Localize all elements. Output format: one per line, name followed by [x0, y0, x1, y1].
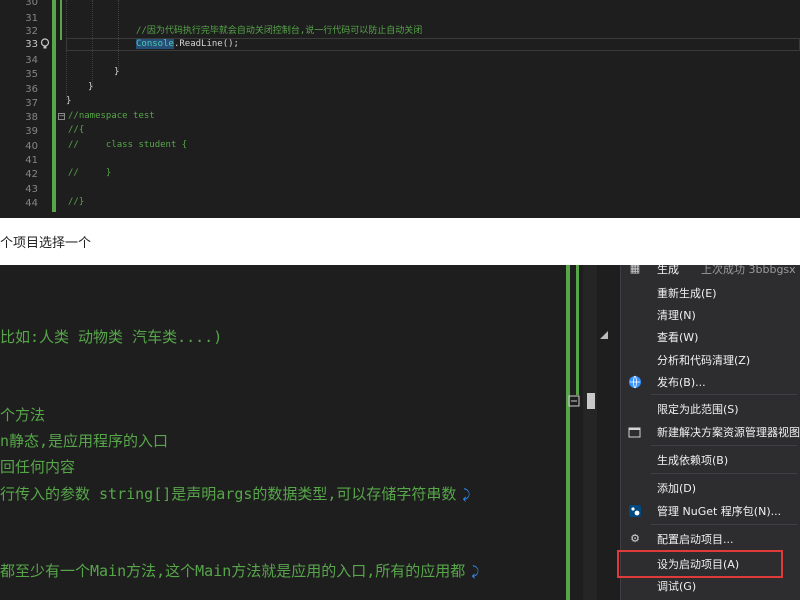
code-brace: }	[114, 67, 120, 77]
top-code-editor[interactable]: 30 31 32 33 34 35 36 37 38 39 40 41 42 4…	[0, 0, 800, 218]
code-comment-text: 个方法	[0, 406, 46, 424]
line-number: 37	[25, 98, 38, 109]
highlight-annotation-box	[617, 550, 783, 578]
new-view-icon	[628, 425, 642, 439]
code-comment: // }	[68, 168, 112, 178]
menu-item-publish[interactable]: 发布(B)...	[621, 370, 800, 394]
line-number: 40	[25, 141, 38, 152]
line-number: 32	[25, 26, 38, 37]
line-number: 30	[25, 0, 38, 8]
menu-item-label: 调试(G)	[657, 580, 697, 593]
code-comment-text: n静态,是应用程序的入口	[0, 432, 169, 450]
menu-item-label: 分析和代码清理(Z)	[657, 354, 751, 367]
code-comment-line: 都至少有一个Main方法,这个Main方法就是应用的入口,所有的应用都 ⤸	[0, 561, 479, 583]
line-number: 35	[25, 69, 38, 80]
menu-item-label: 生成	[657, 265, 679, 276]
menu-item-label: 生成依赖项(B)	[657, 454, 729, 467]
menu-item-clean[interactable]: 清理(N)	[621, 303, 800, 327]
code-comment: //{	[68, 125, 85, 135]
line-number: 39	[25, 126, 38, 137]
line-number-gutter: 30 31 32 33 34 35 36 37 38 39 40 41 42 4…	[0, 0, 44, 218]
fold-toggle-icon[interactable]: −	[58, 113, 65, 120]
code-comment-line: 个方法	[0, 405, 45, 425]
scrollbar-thumb[interactable]	[587, 393, 595, 409]
code-line-readline: Console.ReadLine();	[136, 38, 239, 51]
code-method-call: .ReadLine();	[173, 39, 239, 49]
line-number: 34	[25, 55, 38, 66]
globe-icon	[628, 375, 642, 389]
menu-separator	[651, 445, 797, 446]
menu-item-rebuild[interactable]: 重新生成(E)	[621, 281, 800, 305]
code-comment-line: 行传入的参数 string[]是声明args的数据类型,可以存储字符串数 ⤸	[0, 484, 470, 506]
code-comment-text: 回任何内容	[0, 458, 76, 476]
menu-item-new-view[interactable]: 新建解决方案资源管理器视图	[621, 420, 800, 444]
expand-arrow-icon[interactable]	[600, 331, 608, 342]
code-comment-text: 行传入的参数 string[]是声明args的数据类型,可以存储字符串数	[0, 485, 457, 503]
word-wrap-icon: ⤸	[471, 565, 480, 580]
line-number: 43	[25, 184, 38, 195]
change-tracking-bar	[566, 265, 570, 600]
line-number: 38	[25, 112, 38, 123]
menu-item-build[interactable]: ▦ 生成 上次成功 3bbbgsx	[621, 265, 800, 281]
menu-item-scope[interactable]: 限定为此范围(S)	[621, 397, 800, 421]
vertical-scrollbar[interactable]	[583, 265, 597, 600]
menu-item-label: 配置启动项目...	[657, 533, 734, 546]
code-comment-text: 比如:人类 动物类 汽车类....)	[0, 328, 223, 346]
gear-icon: ⚙	[630, 532, 640, 545]
change-tracking-bar	[52, 0, 56, 212]
menu-item-label: 限定为此范围(S)	[657, 403, 739, 416]
menu-separator	[651, 473, 797, 474]
menu-item-add[interactable]: 添加(D)	[621, 476, 800, 500]
menu-item-configure-startup[interactable]: ⚙ 配置启动项目...	[621, 527, 800, 551]
menu-item-label: 添加(D)	[657, 482, 697, 495]
menu-item-extra: 上次成功 3bbbgsx	[701, 265, 796, 276]
menu-separator	[651, 524, 797, 525]
build-icon: ▦	[629, 265, 641, 275]
nuget-icon	[628, 504, 642, 518]
caption-strip: 个项目选择一个	[0, 218, 800, 265]
menu-item-analyze[interactable]: 分析和代码清理(Z)	[621, 348, 800, 372]
change-tracking-bar	[576, 265, 579, 395]
code-comment: // class student {	[68, 140, 188, 150]
code-comment-line: 回任何内容	[0, 457, 75, 477]
caret-marker-icon	[568, 395, 580, 407]
menu-separator	[651, 394, 797, 395]
code-comment-line: n静态,是应用程序的入口	[0, 431, 168, 451]
line-number: 36	[25, 84, 38, 95]
code-class-name: Console	[136, 39, 174, 49]
code-comment: //因为代码执行完毕就会自动关闭控制台,说一行代码可以防止自动关闭	[136, 26, 423, 36]
change-tracking-bar	[60, 0, 62, 40]
line-number: 31	[25, 13, 38, 24]
menu-item-view[interactable]: 查看(W)	[621, 325, 800, 349]
code-brace: }	[88, 82, 94, 92]
code-comment: //}	[68, 197, 85, 207]
code-comment-line: 比如:人类 动物类 汽车类....)	[0, 327, 222, 347]
indent-guide	[118, 0, 119, 72]
menu-item-label: 新建解决方案资源管理器视图	[657, 426, 800, 439]
code-comment: //namespace test	[68, 111, 155, 121]
line-number-active: 33	[25, 39, 38, 50]
code-brace: }	[66, 96, 72, 106]
code-comment-text: 都至少有一个Main方法,这个Main方法就是应用的入口,所有的应用都	[0, 562, 466, 580]
word-wrap-icon: ⤸	[462, 488, 471, 503]
menu-item-label: 查看(W)	[657, 331, 699, 344]
menu-item-label: 管理 NuGet 程序包(N)...	[657, 505, 782, 518]
menu-item-label: 清理(N)	[657, 309, 696, 322]
lightbulb-icon[interactable]	[40, 38, 50, 50]
line-number: 42	[25, 169, 38, 180]
menu-item-label: 重新生成(E)	[657, 287, 717, 300]
caption-text: 个项目选择一个	[0, 236, 92, 251]
line-number: 44	[25, 198, 38, 209]
menu-item-label: 发布(B)...	[657, 376, 706, 389]
menu-item-build-deps[interactable]: 生成依赖项(B)	[621, 448, 800, 472]
menu-item-nuget[interactable]: 管理 NuGet 程序包(N)...	[621, 499, 800, 523]
line-number: 41	[25, 155, 38, 166]
